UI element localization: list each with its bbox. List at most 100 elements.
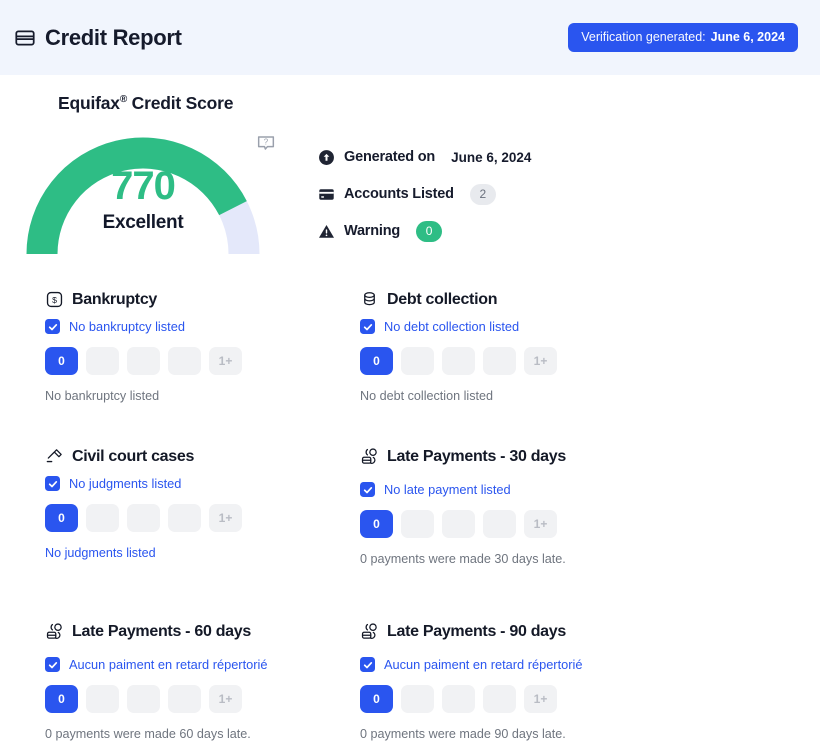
scale-box[interactable] bbox=[86, 347, 119, 375]
scale-box[interactable] bbox=[442, 347, 475, 375]
scale-boxes[interactable]: 0 1+ bbox=[45, 347, 360, 375]
checkbox-label: No debt collection listed bbox=[384, 319, 520, 334]
section-header: Civil court cases bbox=[45, 447, 360, 466]
section-footer-text: No judgments listed bbox=[45, 546, 156, 560]
section-checkbox-row[interactable]: Aucun paiment en retard répertorié bbox=[45, 657, 360, 672]
scale-box[interactable] bbox=[86, 685, 119, 713]
scale-box[interactable]: 0 bbox=[360, 347, 393, 375]
scale-box[interactable]: 1+ bbox=[524, 685, 557, 713]
scale-box[interactable]: 1+ bbox=[209, 685, 242, 713]
svg-text:$: $ bbox=[52, 295, 57, 305]
section-checkbox-row[interactable]: No bankruptcy listed bbox=[45, 319, 360, 334]
section-title: Bankruptcy bbox=[72, 290, 158, 308]
info-label-generated-on: Generated on bbox=[344, 149, 436, 165]
checkbox-checked-icon[interactable] bbox=[360, 482, 375, 497]
checkbox-label: Aucun paiment en retard répertorié bbox=[69, 657, 268, 672]
question-bubble-icon[interactable]: ? bbox=[255, 132, 277, 154]
section-title: Late Payments - 60 days bbox=[72, 622, 251, 640]
section-title: Civil court cases bbox=[72, 447, 195, 465]
scale-box[interactable] bbox=[127, 504, 160, 532]
score-info-list: Generated on June 6, 2024 Accounts Liste… bbox=[318, 124, 531, 264]
scale-box[interactable] bbox=[168, 347, 201, 375]
section-checkbox-row[interactable]: No judgments listed bbox=[45, 476, 360, 491]
section-footer-text: No debt collection listed bbox=[360, 389, 494, 403]
checkbox-checked-icon[interactable] bbox=[45, 319, 60, 334]
score-row: 770 Excellent ? Generated on June 6, 202… bbox=[0, 124, 820, 264]
scale-boxes[interactable]: 0 1+ bbox=[360, 510, 820, 538]
scale-box[interactable] bbox=[86, 504, 119, 532]
upload-circle-icon bbox=[318, 149, 335, 166]
scale-box[interactable] bbox=[168, 685, 201, 713]
scale-box[interactable] bbox=[401, 510, 434, 538]
checkbox-label: Aucun paiment en retard répertorié bbox=[384, 657, 583, 672]
scale-boxes[interactable]: 0 1+ bbox=[360, 685, 820, 713]
checkbox-checked-icon[interactable] bbox=[360, 319, 375, 334]
checkbox-label: No late payment listed bbox=[384, 482, 511, 497]
section-footer-text: 0 payments were made 30 days late. bbox=[360, 552, 566, 566]
gavel-icon bbox=[45, 447, 64, 466]
info-row-accounts-listed: Accounts Listed 2 bbox=[318, 183, 531, 205]
scale-box[interactable]: 1+ bbox=[524, 347, 557, 375]
verification-badge[interactable]: Verification generated: June 6, 2024 bbox=[568, 22, 798, 53]
score-heading-rest: Credit Score bbox=[126, 93, 234, 113]
verification-label: Verification generated: bbox=[581, 29, 706, 44]
section-header: Debt collection bbox=[360, 290, 820, 309]
section-title: Late Payments - 30 days bbox=[387, 447, 566, 465]
section-footer-text: No bankruptcy listed bbox=[45, 389, 160, 403]
scale-box[interactable]: 1+ bbox=[209, 504, 242, 532]
scale-box[interactable] bbox=[483, 510, 516, 538]
scale-box[interactable]: 1+ bbox=[209, 347, 242, 375]
page-header: Credit Report Verification generated: Ju… bbox=[0, 0, 820, 75]
report-sections-grid: $ Bankruptcy No bankruptcy listed 0 1+ N… bbox=[0, 290, 820, 755]
scale-box[interactable]: 0 bbox=[360, 510, 393, 538]
registered-mark: ® bbox=[119, 94, 127, 106]
scale-boxes[interactable]: 0 1+ bbox=[45, 685, 360, 713]
scale-box[interactable]: 0 bbox=[45, 504, 78, 532]
section-late-payments-30: Late Payments - 30 days No late payment … bbox=[360, 423, 820, 586]
scale-box[interactable] bbox=[168, 504, 201, 532]
section-checkbox-row[interactable]: Aucun paiment en retard répertorié bbox=[360, 657, 820, 672]
scale-box[interactable] bbox=[442, 685, 475, 713]
scale-box[interactable]: 0 bbox=[360, 685, 393, 713]
checkbox-checked-icon[interactable] bbox=[45, 657, 60, 672]
scale-box[interactable] bbox=[483, 685, 516, 713]
warning-badge: 0 bbox=[416, 220, 443, 242]
credit-score-section: Equifax® Credit Score 770 Excellent ? Ge… bbox=[0, 75, 820, 264]
scale-box[interactable] bbox=[127, 347, 160, 375]
checkbox-checked-icon[interactable] bbox=[45, 476, 60, 491]
section-header: $ Bankruptcy bbox=[45, 290, 360, 309]
scale-box[interactable] bbox=[483, 347, 516, 375]
section-title: Debt collection bbox=[387, 290, 498, 308]
credit-card-icon bbox=[318, 186, 335, 203]
scale-box[interactable]: 1+ bbox=[524, 510, 557, 538]
section-header: Late Payments - 60 days bbox=[45, 622, 360, 641]
checkbox-checked-icon[interactable] bbox=[360, 657, 375, 672]
score-heading-brand: Equifax bbox=[58, 93, 120, 113]
scale-boxes[interactable]: 0 1+ bbox=[45, 504, 360, 532]
late-payment-icon bbox=[360, 622, 379, 641]
section-header: Late Payments - 90 days bbox=[360, 622, 820, 641]
section-bankruptcy: $ Bankruptcy No bankruptcy listed 0 1+ N… bbox=[45, 290, 360, 423]
scale-boxes[interactable]: 0 1+ bbox=[360, 347, 820, 375]
section-footer-text: 0 payments were made 60 days late. bbox=[45, 727, 251, 741]
section-late-payments-60: Late Payments - 60 days Aucun paiment en… bbox=[45, 586, 360, 755]
checkbox-label: No judgments listed bbox=[69, 476, 182, 491]
section-debt-collection: Debt collection No debt collection liste… bbox=[360, 290, 820, 423]
section-title: Late Payments - 90 days bbox=[387, 622, 566, 640]
section-checkbox-row[interactable]: No debt collection listed bbox=[360, 319, 820, 334]
coin-stack-icon bbox=[360, 290, 379, 309]
verification-date: June 6, 2024 bbox=[710, 29, 785, 44]
scale-box[interactable]: 0 bbox=[45, 347, 78, 375]
section-checkbox-row[interactable]: No late payment listed bbox=[360, 482, 820, 497]
info-value-generated-on: June 6, 2024 bbox=[451, 149, 532, 165]
section-footer-text: 0 payments were made 90 days late. bbox=[360, 727, 566, 741]
warning-triangle-icon bbox=[318, 223, 335, 240]
scale-box[interactable] bbox=[401, 685, 434, 713]
credit-card-icon bbox=[14, 27, 36, 49]
scale-box[interactable] bbox=[127, 685, 160, 713]
scale-box[interactable] bbox=[442, 510, 475, 538]
score-heading: Equifax® Credit Score bbox=[58, 93, 820, 114]
scale-box[interactable] bbox=[401, 347, 434, 375]
section-header: Late Payments - 30 days bbox=[360, 447, 820, 466]
scale-box[interactable]: 0 bbox=[45, 685, 78, 713]
